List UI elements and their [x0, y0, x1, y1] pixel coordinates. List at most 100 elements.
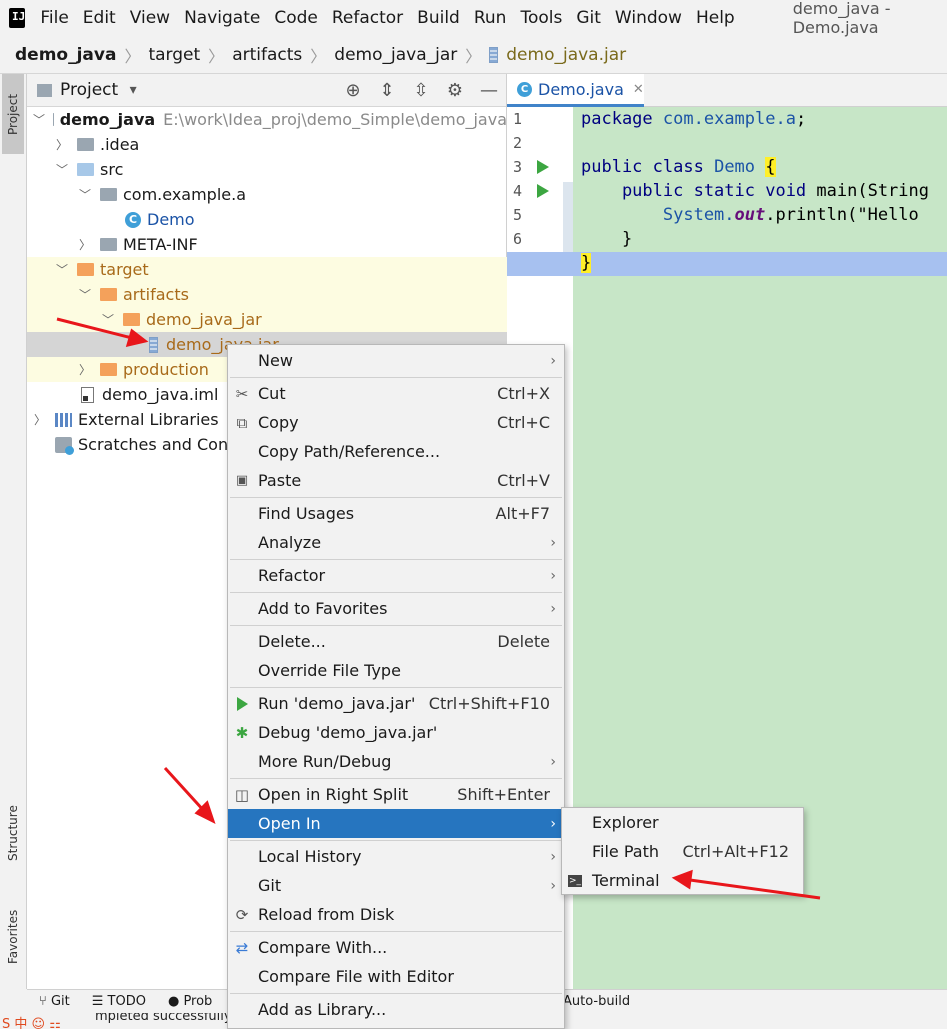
submenu-item-terminal[interactable]: >_ Terminal [562, 866, 803, 895]
code-line-3: public class Demo { [581, 157, 776, 177]
expand-all-icon[interactable]: ⇕ [370, 80, 404, 101]
menu-item-override-file-type[interactable]: Override File Type [228, 656, 564, 685]
code-token: } [581, 229, 633, 249]
chevron-right-icon[interactable]: 〉 [78, 361, 92, 378]
chevron-right-icon[interactable]: 〉 [78, 236, 92, 253]
tree-item-package[interactable]: ﹀ com.example.a [27, 182, 507, 207]
menu-item-copy-path[interactable]: Copy Path/Reference... [228, 437, 564, 466]
tree-item-idea[interactable]: 〉 .idea [27, 132, 507, 157]
submenu-item-explorer[interactable]: Explorer [562, 808, 803, 837]
menu-item-delete[interactable]: Delete... Delete [228, 627, 564, 656]
project-tool-tab[interactable]: Project [2, 74, 24, 154]
close-icon[interactable]: ✕ [633, 82, 644, 97]
menu-git[interactable]: Git [576, 8, 601, 28]
menu-item-new[interactable]: New › [228, 346, 564, 375]
menu-item-compare-file-with-editor[interactable]: Compare File with Editor [228, 962, 564, 991]
menu-item-label: New [258, 351, 293, 370]
submenu-item-shortcut: Ctrl+Alt+F12 [682, 842, 789, 861]
menu-item-debug[interactable]: ✱ Debug 'demo_java.jar' [228, 718, 564, 747]
jar-file-icon [149, 336, 158, 353]
menu-item-open-in[interactable]: Open In › [228, 809, 564, 838]
menu-item-more-run-debug[interactable]: More Run/Debug › [228, 747, 564, 776]
tree-item-demo-java-jar-folder[interactable]: ﹀ demo_java_jar [27, 307, 507, 332]
chevron-down-icon[interactable]: ﹀ [55, 161, 69, 178]
menu-refactor[interactable]: Refactor [332, 8, 403, 28]
menu-item-compare-with[interactable]: ⇄ Compare With... [228, 933, 564, 962]
run-gutter-icon[interactable] [537, 160, 549, 174]
menu-item-git[interactable]: Git › [228, 871, 564, 900]
menu-run[interactable]: Run [474, 8, 507, 28]
clipboard-icon: ▣ [235, 473, 249, 488]
menu-item-refactor[interactable]: Refactor › [228, 561, 564, 590]
fold-marker-icon[interactable] [563, 182, 573, 254]
project-panel-title[interactable]: Project [60, 80, 118, 100]
menu-item-run[interactable]: Run 'demo_java.jar' Ctrl+Shift+F10 [228, 689, 564, 718]
code-token: Demo [714, 157, 756, 177]
breadcrumb-artifacts[interactable]: artifacts [232, 45, 302, 65]
auto-build-label[interactable]: Auto-build [563, 994, 630, 1009]
line-number: 4 [513, 182, 523, 200]
chevron-down-icon[interactable]: ﹀ [55, 261, 69, 278]
problems-tool-button[interactable]: ● Prob [168, 994, 212, 1009]
menu-item-cut[interactable]: ✂ Cut Ctrl+X [228, 379, 564, 408]
menu-help[interactable]: Help [696, 8, 735, 28]
open-in-submenu: Explorer File Path Ctrl+Alt+F12 >_ Termina… [561, 807, 804, 895]
chevron-right-icon: › [550, 848, 556, 865]
scissors-icon: ✂ [235, 384, 249, 403]
menu-item-label: Add to Favorites [258, 599, 388, 618]
menu-code[interactable]: Code [274, 8, 318, 28]
collapse-all-icon[interactable]: ⇳ [404, 80, 438, 101]
tab-demo-java[interactable]: C Demo.java ✕ [507, 74, 644, 107]
menu-item-add-as-library[interactable]: Add as Library... [228, 995, 564, 1024]
chevron-down-icon[interactable]: ▾ [118, 82, 148, 98]
menu-item-find-usages[interactable]: Find Usages Alt+F7 [228, 499, 564, 528]
run-gutter-icon[interactable] [537, 184, 549, 198]
tree-item-demo-java[interactable]: ﹀ demo_java E:\work\Idea_proj\demo_Simpl… [27, 107, 507, 132]
chevron-down-icon[interactable]: ﹀ [33, 111, 45, 128]
hide-panel-icon[interactable]: — [472, 80, 506, 101]
breadcrumb-demo-java-jar-folder[interactable]: demo_java_jar [334, 45, 457, 65]
todo-tool-button[interactable]: ☰ TODO [92, 994, 146, 1009]
tree-item-label: .idea [100, 135, 140, 154]
chevron-right-icon[interactable]: 〉 [55, 136, 69, 153]
menu-file[interactable]: File [40, 8, 68, 28]
menu-item-local-history[interactable]: Local History › [228, 842, 564, 871]
git-tool-button[interactable]: ⑂ Git [39, 994, 70, 1009]
chevron-right-icon[interactable]: 〉 [33, 411, 47, 428]
breadcrumb-target[interactable]: target [148, 45, 200, 65]
submenu-item-file-path[interactable]: File Path Ctrl+Alt+F12 [562, 837, 803, 866]
locate-icon[interactable]: ⊕ [336, 80, 370, 101]
breadcrumb-demo-java[interactable]: demo_java [15, 45, 116, 65]
breadcrumb-demo-java-jar[interactable]: demo_java.jar [506, 45, 626, 65]
problems-tool-label: Prob [183, 994, 213, 1009]
menu-item-copy[interactable]: ⧉ Copy Ctrl+C [228, 408, 564, 437]
chevron-down-icon[interactable]: ﹀ [78, 186, 92, 203]
input-method-icon[interactable]: S 中 ☺ ⚏ [2, 1013, 61, 1029]
favorites-tool-tab[interactable]: Favorites [2, 896, 24, 978]
code-token: .println("Hello [765, 205, 919, 225]
menu-navigate[interactable]: Navigate [184, 8, 260, 28]
menu-item-open-right-split[interactable]: ◫ Open in Right Split Shift+Enter [228, 780, 564, 809]
menu-item-add-to-favorites[interactable]: Add to Favorites › [228, 594, 564, 623]
structure-tool-tab[interactable]: Structure [2, 794, 24, 872]
chevron-down-icon[interactable]: ﹀ [78, 286, 92, 303]
menu-tools[interactable]: Tools [520, 8, 562, 28]
gear-icon[interactable]: ⚙ [438, 80, 472, 101]
tree-item-target[interactable]: ﹀ target [27, 257, 507, 282]
menu-view[interactable]: View [130, 8, 170, 28]
tree-item-demo-class[interactable]: C Demo [27, 207, 507, 232]
menu-item-paste[interactable]: ▣ Paste Ctrl+V [228, 466, 564, 495]
tree-item-label: target [100, 260, 149, 279]
chevron-down-icon[interactable]: ﹀ [101, 311, 115, 328]
submenu-item-label: File Path [592, 842, 660, 861]
menu-item-analyze[interactable]: Analyze › [228, 528, 564, 557]
menu-item-reload-from-disk[interactable]: ⟳ Reload from Disk [228, 900, 564, 929]
tree-item-artifacts[interactable]: ﹀ artifacts [27, 282, 507, 307]
tree-item-meta-inf[interactable]: 〉 META-INF [27, 232, 507, 257]
menu-window[interactable]: Window [615, 8, 682, 28]
menu-build[interactable]: Build [417, 8, 460, 28]
menu-item-label: Open In [258, 814, 321, 833]
tab-label: Demo.java [538, 79, 624, 99]
menu-edit[interactable]: Edit [83, 8, 116, 28]
tree-item-src[interactable]: ﹀ src [27, 157, 507, 182]
